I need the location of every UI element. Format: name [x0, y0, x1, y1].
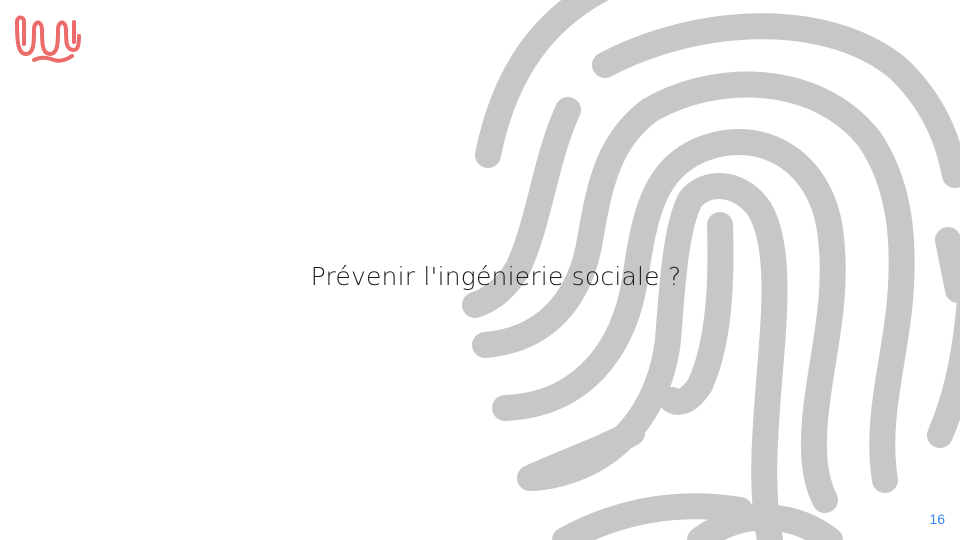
slide: Prévenir l'ingénierie sociale ? 16 — [0, 0, 960, 540]
wave-logo-icon — [15, 15, 81, 63]
slide-title: Prévenir l'ingénierie sociale ? — [310, 262, 682, 291]
page-number: 16 — [929, 511, 945, 527]
